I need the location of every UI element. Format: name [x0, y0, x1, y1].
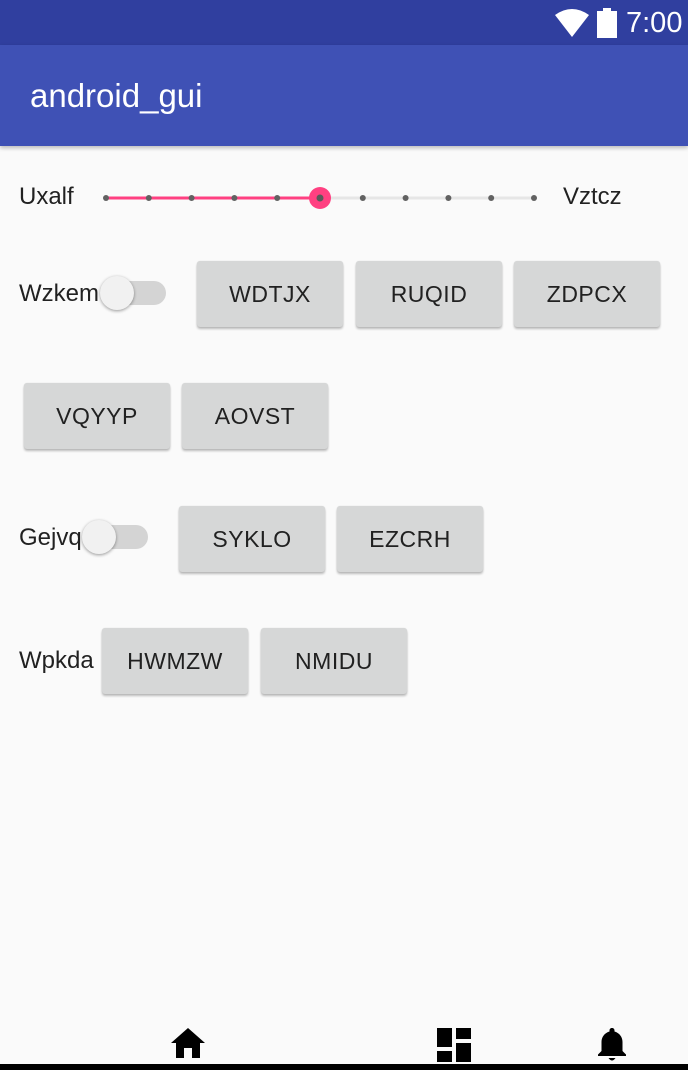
row3-switch[interactable] [82, 516, 152, 560]
home-icon[interactable] [170, 1026, 206, 1060]
seekbar-tick [488, 195, 495, 201]
row1-label: Wzkem [19, 280, 99, 307]
app-title: android_gui [30, 77, 203, 114]
status-bar: 7:00 [0, 0, 688, 45]
button-hwmzw[interactable]: HWMZW [102, 628, 248, 694]
seekbar-tick [359, 195, 366, 201]
button-syklo[interactable]: SYKLO [179, 506, 325, 572]
seekbar-tick [402, 195, 409, 201]
seekbar-tick [231, 195, 238, 201]
seekbar-tick [188, 195, 195, 201]
wifi-icon [555, 9, 589, 37]
slider-left-label: Uxalf [19, 183, 74, 210]
switch-thumb [100, 276, 134, 310]
button-wdtjx[interactable]: WDTJX [197, 261, 343, 327]
seekbar-thumb-tick [316, 194, 324, 202]
bottom-navigation [0, 1010, 688, 1070]
discrete-seekbar[interactable] [100, 182, 540, 214]
button-ruqid[interactable]: RUQID [356, 261, 502, 327]
row3-label: Gejvq [19, 524, 82, 551]
dashboard-icon[interactable] [437, 1028, 471, 1062]
seekbar-tick [103, 195, 109, 201]
switch-thumb [82, 520, 116, 554]
seekbar-tick [145, 195, 152, 201]
seekbar-tick [531, 195, 537, 201]
slider-right-label: Vztcz [563, 183, 622, 210]
notifications-icon[interactable] [597, 1026, 627, 1062]
button-aovst[interactable]: AOVST [182, 383, 328, 449]
button-nmidu[interactable]: NMIDU [261, 628, 407, 694]
button-vqyyp[interactable]: VQYYP [24, 383, 170, 449]
row1-switch[interactable] [100, 272, 170, 316]
status-clock: 7:00 [626, 7, 683, 39]
app-bar: android_gui [0, 45, 688, 146]
row4-label: Wpkda [19, 647, 94, 674]
battery-icon [597, 8, 617, 38]
button-ezcrh[interactable]: EZCRH [337, 506, 483, 572]
button-zdpcx[interactable]: ZDPCX [514, 261, 660, 327]
seekbar-tick [274, 195, 281, 201]
bottom-edge [0, 1064, 688, 1070]
seekbar-tick [445, 195, 452, 201]
